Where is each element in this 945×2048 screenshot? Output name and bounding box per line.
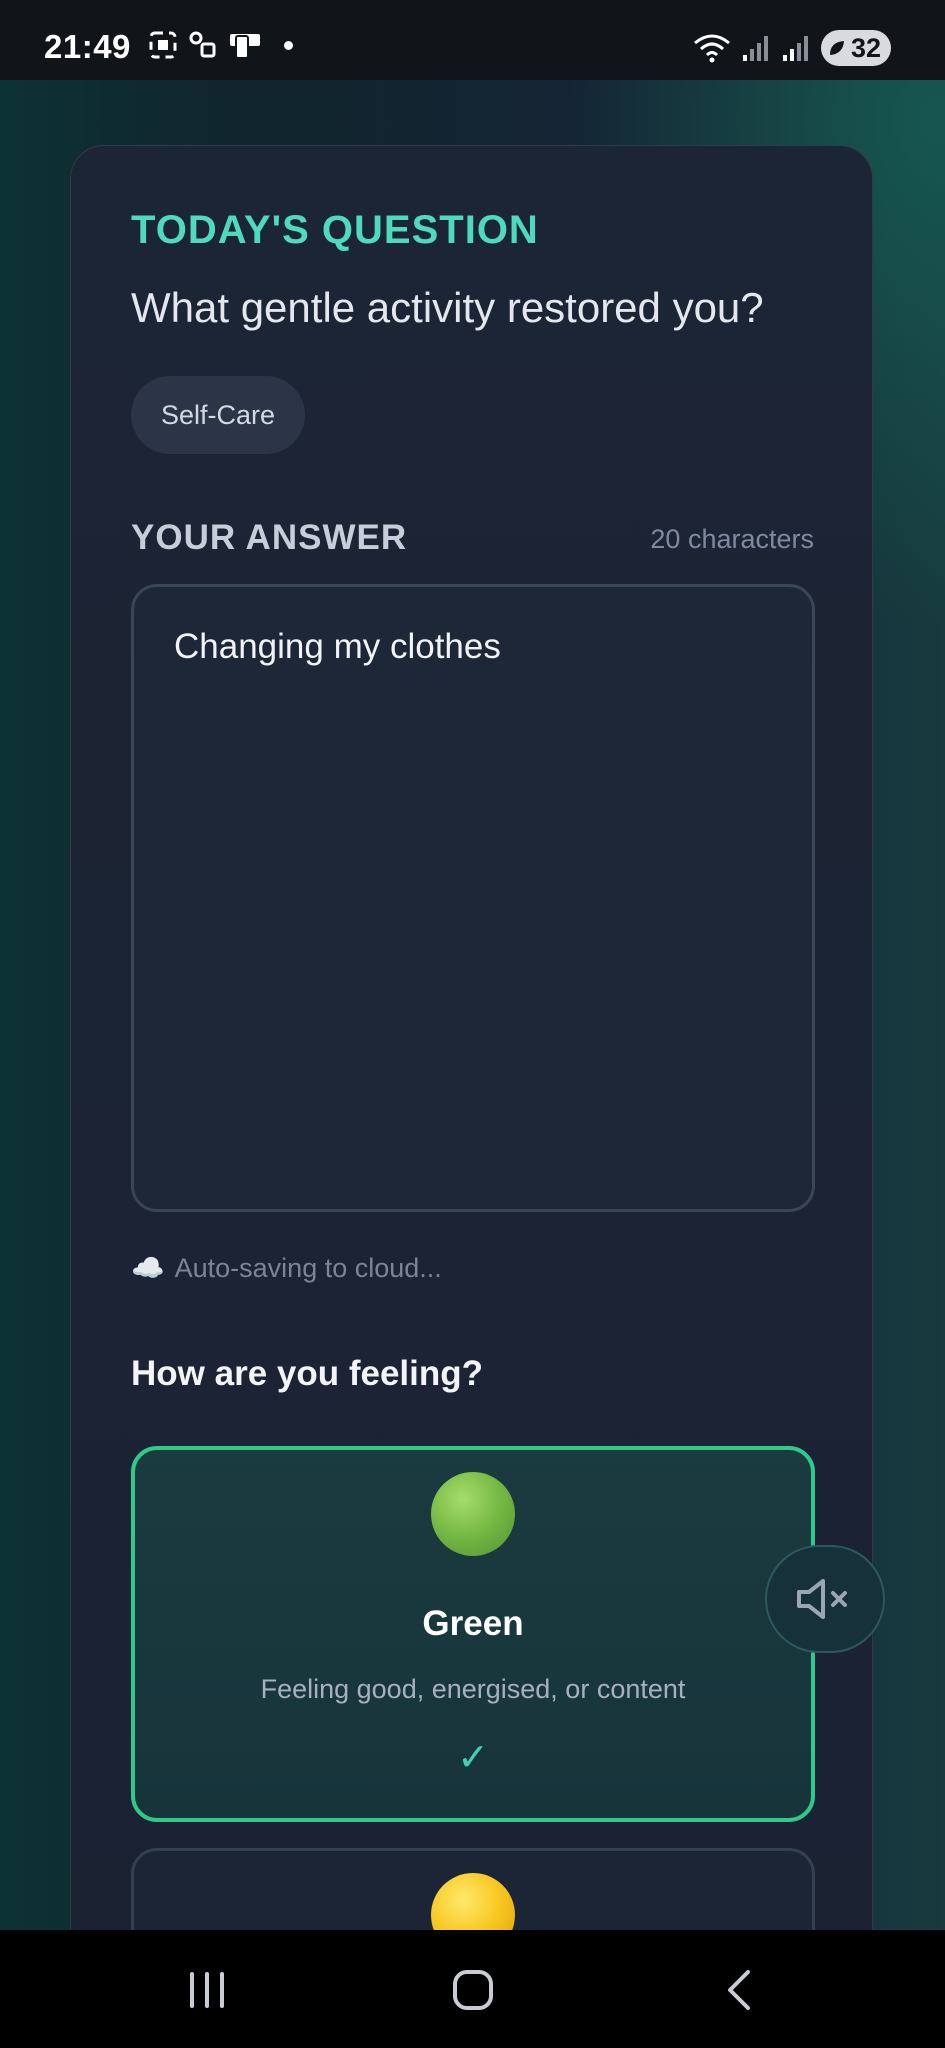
link-icon xyxy=(189,31,216,58)
answer-label: YOUR ANSWER xyxy=(131,518,408,557)
autosave-status: ☁️ Auto-saving to cloud... xyxy=(131,1252,442,1284)
system-nav-bar xyxy=(0,1930,945,2048)
answer-input[interactable] xyxy=(131,584,815,1212)
green-circle-icon xyxy=(431,1472,515,1556)
battery-indicator: 32 xyxy=(820,30,891,66)
home-icon[interactable] xyxy=(453,1970,493,2010)
battery-saver-icon xyxy=(829,41,844,55)
feeling-heading: How are you feeling? xyxy=(131,1354,483,1393)
notification-icons xyxy=(148,30,293,60)
question-text: What gentle activity restored you? xyxy=(131,284,764,331)
character-count: 20 characters xyxy=(650,524,814,554)
app-screen: 21:49 32 TODAY'S QUESTION What gentle ac… xyxy=(0,0,945,2048)
mute-button[interactable] xyxy=(765,1545,885,1653)
device-icon xyxy=(230,34,260,59)
wifi-icon xyxy=(694,34,730,63)
question-heading: TODAY'S QUESTION xyxy=(131,208,539,252)
category-tag: Self-Care xyxy=(131,376,306,454)
signal-icon-2 xyxy=(782,36,808,61)
mood-description: Feeling good, energised, or content xyxy=(260,1674,686,1704)
system-icons: 32 xyxy=(693,30,891,66)
back-icon[interactable] xyxy=(722,1968,756,2012)
selected-check-icon: ✓ xyxy=(457,1737,489,1779)
signal-icon-1 xyxy=(742,36,768,61)
more-notifications-dot xyxy=(284,40,293,50)
recents-icon[interactable] xyxy=(190,1972,224,2008)
mood-option-green[interactable]: Green Feeling good, energised, or conten… xyxy=(131,1446,815,1822)
battery-level: 32 xyxy=(850,32,881,63)
cloud-icon: ☁️ xyxy=(131,1253,165,1283)
screenshot-icon xyxy=(149,31,177,59)
mood-title: Green xyxy=(422,1604,524,1643)
status-bar: 21:49 32 xyxy=(0,0,945,80)
autosave-text: Auto-saving to cloud... xyxy=(174,1252,442,1283)
status-time: 21:49 xyxy=(44,28,131,65)
question-card: TODAY'S QUESTION What gentle activity re… xyxy=(70,145,873,2048)
volume-muted-icon xyxy=(797,1579,847,1619)
